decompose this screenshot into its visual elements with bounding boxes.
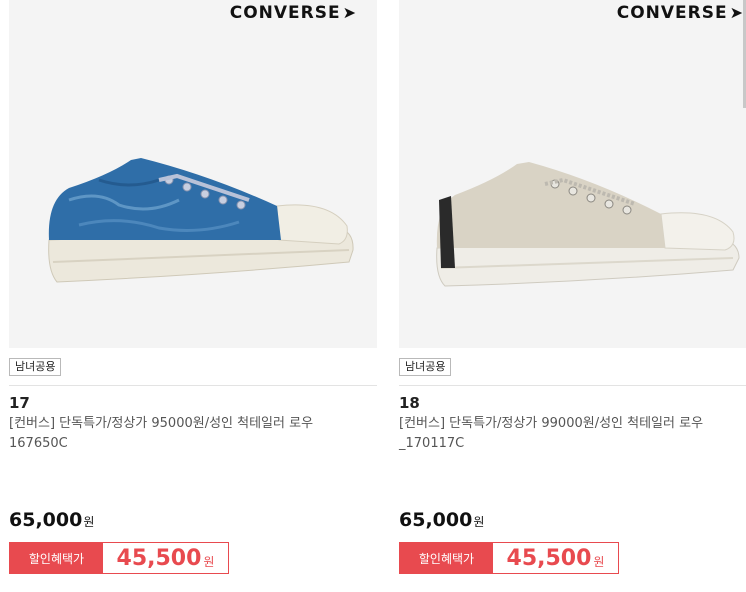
original-price: 65,000원 [9, 509, 95, 531]
gender-tag: 남녀공용 [399, 358, 452, 376]
sale-label: 할인혜택가 [10, 543, 103, 573]
converse-chevron-icon: ➤ [342, 3, 357, 22]
shoe-illustration [48, 158, 354, 283]
converse-chevron-icon: ➤ [729, 3, 744, 22]
sale-price-box: 할인혜택가 45,500 원 [9, 542, 229, 574]
product-card[interactable]: CONVERSE ➤ 남녀공용 18 [컨버스] 단독특가/정상가 99000원… [399, 0, 746, 592]
brand-logo: CONVERSE ➤ [616, 3, 744, 23]
gender-tag: 남녀공용 [9, 358, 62, 376]
divider [9, 385, 377, 386]
brand-logo: CONVERSE ➤ [229, 3, 357, 23]
product-image[interactable]: CONVERSE ➤ [399, 0, 746, 348]
original-price: 65,000원 [399, 509, 485, 531]
shoe-illustration [436, 162, 740, 287]
sale-price: 45,500 원 [116, 545, 215, 571]
divider [399, 385, 746, 386]
product-number: 18 [399, 394, 420, 412]
product-image[interactable]: CONVERSE ➤ [9, 0, 377, 348]
product-title[interactable]: [컨버스] 단독특가/정상가 99000원/성인 척테일러 로우_170117C [399, 414, 744, 454]
product-number: 17 [9, 394, 30, 412]
product-grid: CONVERSE ➤ 남녀공용 17 [컨버스] 단독특가/정상가 95000원… [0, 0, 746, 592]
product-card[interactable]: CONVERSE ➤ 남녀공용 17 [컨버스] 단독특가/정상가 95000원… [9, 0, 377, 592]
sale-label: 할인혜택가 [400, 543, 493, 573]
sale-price-box: 할인혜택가 45,500 원 [399, 542, 619, 574]
product-title[interactable]: [컨버스] 단독특가/정상가 95000원/성인 척테일러 로우 167650C [9, 414, 354, 454]
sale-price: 45,500 원 [506, 545, 605, 571]
